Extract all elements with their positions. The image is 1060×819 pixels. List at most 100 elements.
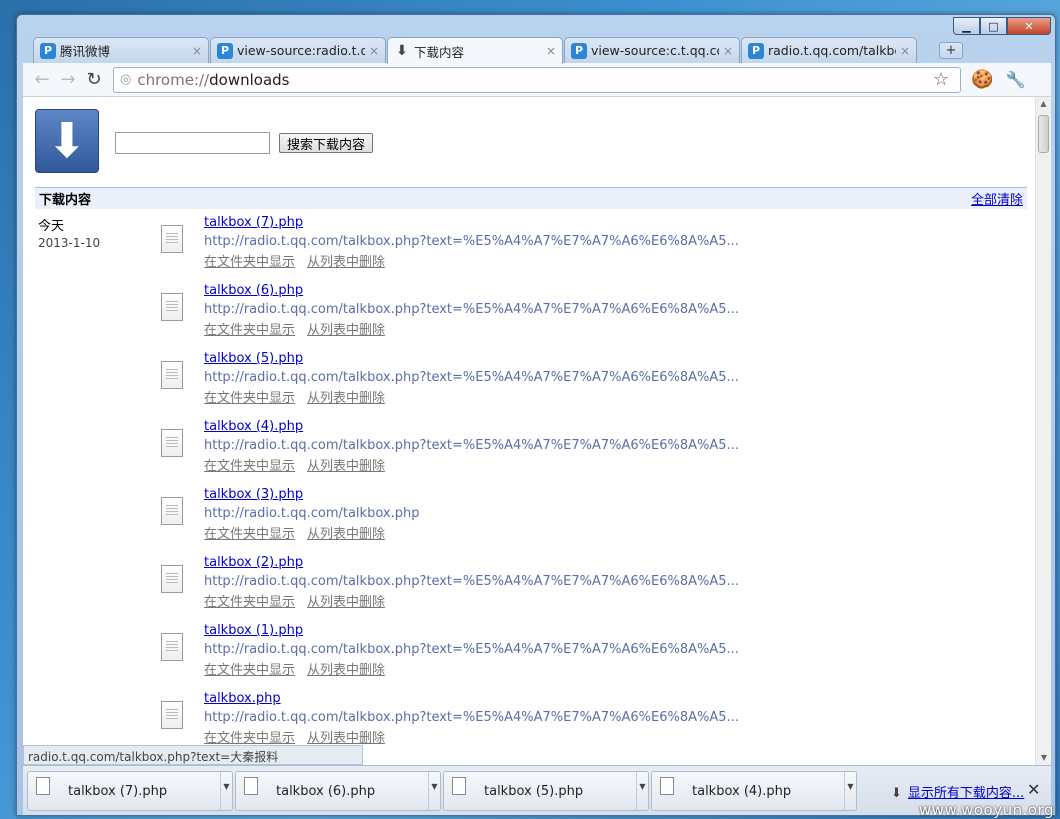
show-in-folder-link[interactable]: 在文件夹中显示 xyxy=(204,391,295,406)
scroll-up-icon[interactable]: ▲ xyxy=(1036,97,1051,111)
download-file-link[interactable]: talkbox (6).php xyxy=(204,283,303,298)
tab-close-icon[interactable]: × xyxy=(369,44,379,58)
remove-from-list-link[interactable]: 从列表中删除 xyxy=(307,527,385,542)
forward-button[interactable]: → xyxy=(55,69,81,90)
close-window-button[interactable]: ✕ xyxy=(1007,17,1051,35)
download-file-link[interactable]: talkbox (7).php xyxy=(204,215,303,230)
download-file-link[interactable]: talkbox.php xyxy=(204,691,281,706)
minimize-button[interactable]: ▁ xyxy=(953,17,980,35)
download-source-url: http://radio.t.qq.com/talkbox.php?text=%… xyxy=(204,302,739,317)
status-bubble: radio.t.qq.com/talkbox.php?text=大秦报料 xyxy=(23,745,363,765)
downloads-header: 下载内容 全部清除 xyxy=(35,187,1027,209)
download-item: talkbox.php http://radio.t.qq.com/talkbo… xyxy=(159,691,739,751)
file-icon xyxy=(161,225,183,253)
wrench-menu-icon[interactable]: 🔧 xyxy=(1006,70,1026,89)
qq-favicon-icon: P xyxy=(40,42,56,59)
remove-from-list-link[interactable]: 从列表中删除 xyxy=(307,323,385,338)
file-icon xyxy=(244,777,258,795)
tab-title: radio.t.qq.com/talkbo xyxy=(768,43,896,58)
download-file-link[interactable]: talkbox (4).php xyxy=(204,419,303,434)
qq-favicon-icon: P xyxy=(748,42,764,59)
remove-from-list-link[interactable]: 从列表中删除 xyxy=(307,459,385,474)
reload-button[interactable]: ↻ xyxy=(81,69,107,90)
cookie-icon[interactable]: 🍪 xyxy=(971,69,993,90)
chevron-down-icon[interactable]: ▼ xyxy=(636,772,648,810)
download-actions: 在文件夹中显示 从列表中删除 xyxy=(204,523,397,542)
back-button[interactable]: ← xyxy=(29,69,55,90)
show-in-folder-link[interactable]: 在文件夹中显示 xyxy=(204,527,295,542)
download-item: talkbox (4).php http://radio.t.qq.com/ta… xyxy=(159,419,739,479)
chevron-down-icon[interactable]: ▼ xyxy=(220,772,232,810)
show-all-downloads-link[interactable]: 显示所有下载内容... xyxy=(908,786,1024,801)
date-group: 今天 2013-1-10 xyxy=(38,215,100,250)
chevron-down-icon[interactable]: ▼ xyxy=(428,772,440,810)
show-in-folder-link[interactable]: 在文件夹中显示 xyxy=(204,255,295,270)
show-in-folder-link[interactable]: 在文件夹中显示 xyxy=(204,731,295,746)
download-item: talkbox (2).php http://radio.t.qq.com/ta… xyxy=(159,555,739,615)
window-controls: ▁ □ ✕ xyxy=(953,17,1051,35)
search-downloads-input[interactable] xyxy=(115,132,270,154)
download-item: talkbox (7).php http://radio.t.qq.com/ta… xyxy=(159,215,739,275)
download-item: talkbox (1).php http://radio.t.qq.com/ta… xyxy=(159,623,739,683)
remove-from-list-link[interactable]: 从列表中删除 xyxy=(307,731,385,746)
tab-downloads[interactable]: ⬇ 下载内容 × xyxy=(387,37,563,64)
download-actions: 在文件夹中显示 从列表中删除 xyxy=(204,319,397,338)
bookmark-star-icon[interactable]: ☆ xyxy=(933,69,949,90)
download-file-link[interactable]: talkbox (2).php xyxy=(204,555,303,570)
date-label: 2013-1-10 xyxy=(38,236,101,250)
download-source-url: http://radio.t.qq.com/talkbox.php?text=%… xyxy=(204,642,739,657)
download-file-link[interactable]: talkbox (5).php xyxy=(204,351,303,366)
tab-close-icon[interactable]: × xyxy=(546,44,556,58)
download-file-link[interactable]: talkbox (1).php xyxy=(204,623,303,638)
download-actions: 在文件夹中显示 从列表中删除 xyxy=(204,591,397,610)
shelf-download-item[interactable]: talkbox (7).php ▼ xyxy=(27,771,233,811)
download-source-url: http://radio.t.qq.com/talkbox.php?text=%… xyxy=(204,710,739,725)
scroll-thumb[interactable] xyxy=(1038,115,1049,153)
file-icon xyxy=(452,777,466,795)
download-actions: 在文件夹中显示 从列表中删除 xyxy=(204,727,397,746)
tab-close-icon[interactable]: × xyxy=(192,44,202,58)
shelf-download-item[interactable]: talkbox (6).php ▼ xyxy=(235,771,441,811)
show-in-folder-link[interactable]: 在文件夹中显示 xyxy=(204,595,295,610)
scroll-down-icon[interactable]: ▼ xyxy=(1036,751,1051,765)
tab-radio-talkbox[interactable]: P radio.t.qq.com/talkbo × xyxy=(741,37,917,63)
maximize-button[interactable]: □ xyxy=(980,17,1007,35)
chevron-down-icon[interactable]: ▼ xyxy=(844,772,856,810)
show-in-folder-link[interactable]: 在文件夹中显示 xyxy=(204,323,295,338)
tab-view-source-c[interactable]: P view-source:c.t.qq.con × xyxy=(564,37,740,63)
tab-view-source-radio[interactable]: P view-source:radio.t.qq × xyxy=(210,37,386,63)
vertical-scrollbar[interactable]: ▲ ▼ xyxy=(1035,97,1051,765)
new-tab-button[interactable]: + xyxy=(939,42,963,59)
shelf-download-item[interactable]: talkbox (4).php ▼ xyxy=(651,771,857,811)
show-in-folder-link[interactable]: 在文件夹中显示 xyxy=(204,663,295,678)
remove-from-list-link[interactable]: 从列表中删除 xyxy=(307,391,385,406)
watermark: www.wooyun.org xyxy=(918,801,1054,819)
tab-close-icon[interactable]: × xyxy=(723,44,733,58)
tab-title: 下载内容 xyxy=(414,44,465,60)
search-downloads-button[interactable]: 搜索下载内容 xyxy=(279,133,374,153)
show-all-downloads[interactable]: ⬇ 显示所有下载内容... xyxy=(891,782,1024,801)
download-file-link[interactable]: talkbox (3).php xyxy=(204,487,303,502)
remove-from-list-link[interactable]: 从列表中删除 xyxy=(307,663,385,678)
tab-close-icon[interactable]: × xyxy=(900,44,910,58)
show-in-folder-link[interactable]: 在文件夹中显示 xyxy=(204,459,295,474)
remove-from-list-link[interactable]: 从列表中删除 xyxy=(307,255,385,270)
download-actions: 在文件夹中显示 从列表中删除 xyxy=(204,387,397,406)
file-icon xyxy=(161,293,183,321)
shelf-download-item[interactable]: talkbox (5).php ▼ xyxy=(443,771,649,811)
qq-favicon-icon: P xyxy=(571,42,587,59)
close-shelf-icon[interactable]: ✕ xyxy=(1027,780,1040,799)
day-label: 今天 xyxy=(38,219,65,234)
address-bar[interactable]: ◎ chrome://downloads xyxy=(113,66,961,93)
download-arrow-icon: ⬇ xyxy=(891,786,902,801)
remove-from-list-link[interactable]: 从列表中删除 xyxy=(307,595,385,610)
download-source-url: http://radio.t.qq.com/talkbox.php?text=%… xyxy=(204,574,739,589)
clear-all-link[interactable]: 全部清除 xyxy=(971,189,1023,208)
tab-tencent-weibo[interactable]: P 腾讯微博 × xyxy=(33,37,209,63)
qq-favicon-icon: P xyxy=(217,42,233,59)
downloads-logo-icon: ⬇ xyxy=(35,109,99,173)
downloads-title: 下载内容 xyxy=(39,193,92,208)
download-source-url: http://radio.t.qq.com/talkbox.php xyxy=(204,506,420,521)
shelf-file-name: talkbox (6).php xyxy=(276,783,376,799)
browser-toolbar: ← → ↻ ◎ chrome://downloads ☆ 🍪 🔧 xyxy=(23,63,1051,97)
